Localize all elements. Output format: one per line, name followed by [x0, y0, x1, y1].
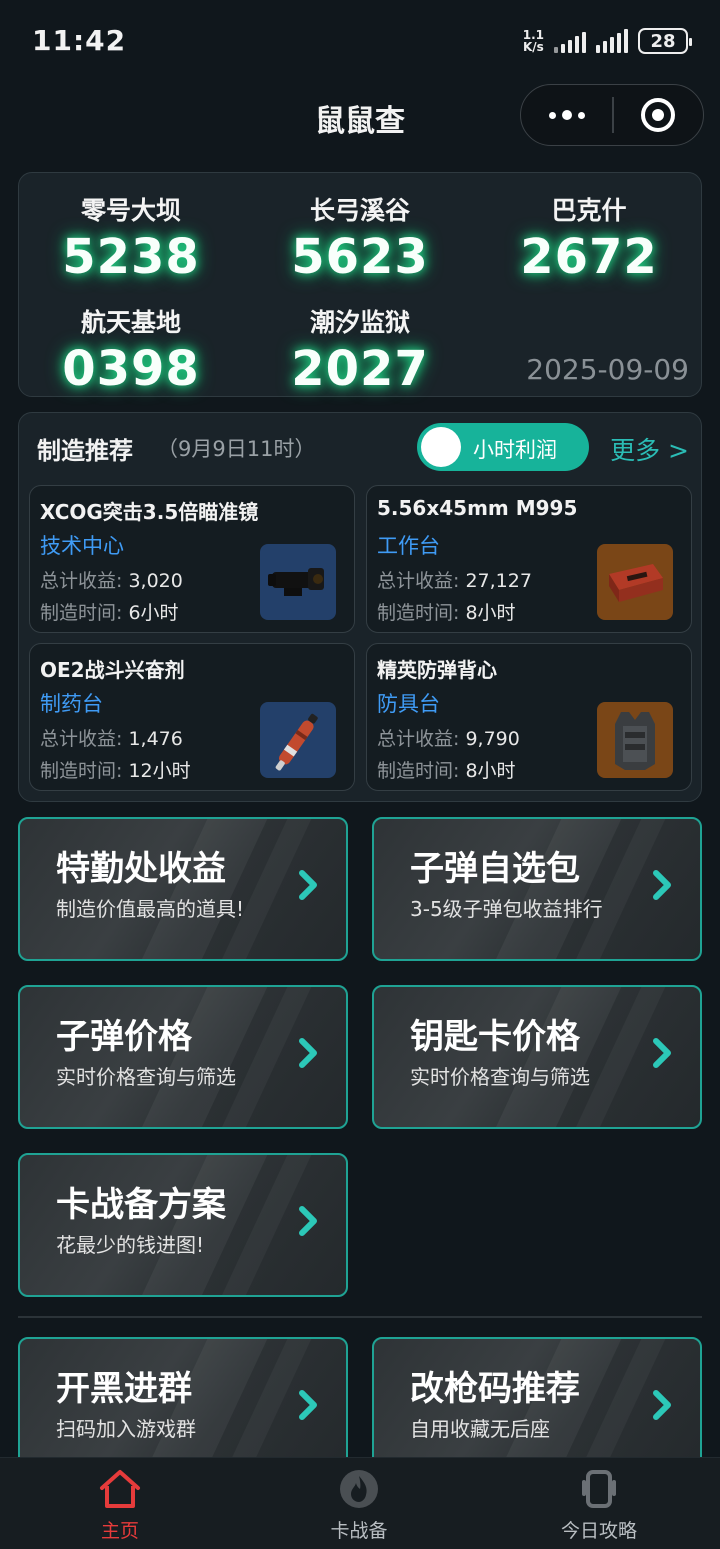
section-divider	[18, 1316, 702, 1318]
code-cell: 航天基地 0398	[31, 303, 231, 397]
feature-button-loadout-plan[interactable]: 卡战备方案 花最少的钱进图!	[18, 1153, 348, 1297]
codes-date: 2025-09-09	[526, 353, 689, 386]
flame-icon	[340, 1470, 378, 1508]
stim-injector-icon	[260, 702, 336, 778]
map-name: 潮汐监狱	[309, 308, 410, 337]
map-codes-panel: 零号大坝 5238 长弓溪谷 5623 巴克什 2672 航天基地 0398 潮…	[18, 172, 702, 397]
home-icon	[100, 1470, 140, 1508]
feature-button-keycard-price[interactable]: 钥匙卡价格 实时价格查询与筛选	[372, 985, 702, 1129]
map-name: 零号大坝	[80, 196, 181, 225]
signal-icon	[596, 29, 628, 53]
item-duration: 制造时间: 8小时	[377, 602, 516, 624]
feature-button-ammo-price[interactable]: 子弹价格 实时价格查询与筛选	[18, 985, 348, 1129]
ammo-box-icon	[597, 544, 673, 620]
item-station: 技术中心	[40, 534, 124, 558]
feature-title: 子弹价格	[56, 1017, 192, 1057]
status-time: 11:42	[32, 24, 127, 57]
bottom-tab-bar: 主页 卡战备 今日攻略	[0, 1457, 720, 1549]
tab-label: 卡战备	[330, 1520, 388, 1542]
feature-title: 钥匙卡价格	[410, 1017, 580, 1057]
target-icon	[641, 98, 676, 132]
item-name: 5.56x45mm M995	[377, 496, 578, 520]
toggle-knob	[421, 427, 461, 467]
scope-icon	[260, 544, 336, 620]
chevron-right-icon	[653, 1038, 671, 1068]
hourly-profit-toggle[interactable]: 小时利润	[417, 423, 589, 471]
signal-icon	[554, 29, 586, 53]
tab-daily-guide[interactable]: 今日攻略	[529, 1468, 669, 1543]
code-cell: 巴克什 2672	[489, 191, 689, 285]
item-income: 总计收益: 3,020	[40, 570, 183, 592]
tab-label: 主页	[100, 1520, 139, 1542]
item-income: 总计收益: 27,127	[377, 570, 532, 592]
craft-recommend-panel: 制造推荐 （9月9日11时） 小时利润 更多 > XCOG突击3.5倍瞄准镜 技…	[18, 412, 702, 802]
code-cell: 长弓溪谷 5623	[260, 191, 460, 285]
armor-vest-icon	[597, 702, 673, 778]
craft-item-card[interactable]: OE2战斗兴奋剂 制药台 总计收益: 1,476 制造时间: 12小时	[29, 643, 355, 791]
feature-subtitle: 制造价值最高的道具!	[56, 897, 245, 921]
craft-item-card[interactable]: XCOG突击3.5倍瞄准镜 技术中心 总计收益: 3,020 制造时间: 6小时	[29, 485, 355, 633]
chevron-right-icon	[653, 1390, 671, 1420]
close-program-button[interactable]	[614, 85, 703, 145]
feature-title: 改枪码推荐	[410, 1369, 580, 1409]
tab-label: 今日攻略	[560, 1520, 637, 1542]
item-duration: 制造时间: 8小时	[377, 760, 516, 782]
feature-button-special-ops-income[interactable]: 特勤处收益 制造价值最高的道具!	[18, 817, 348, 961]
feature-title: 开黑进群	[56, 1369, 192, 1409]
map-code: 2672	[520, 229, 658, 285]
more-options-icon[interactable]	[521, 85, 612, 145]
status-bar: 11:42 1.1 K/s 28	[0, 0, 720, 84]
feature-subtitle: 自用收藏无后座	[410, 1417, 550, 1441]
feature-subtitle: 实时价格查询与筛选	[410, 1065, 590, 1089]
map-name: 长弓溪谷	[309, 196, 410, 225]
feature-subtitle: 3-5级子弹包收益排行	[410, 897, 603, 921]
map-code: 5238	[62, 229, 200, 285]
chevron-right-icon	[299, 1206, 317, 1236]
item-name: XCOG突击3.5倍瞄准镜	[40, 500, 259, 524]
feature-subtitle: 扫码加入游戏群	[56, 1417, 196, 1441]
more-link[interactable]: 更多 >	[610, 431, 689, 467]
chevron-right-icon	[653, 870, 671, 900]
craft-item-card[interactable]: 5.56x45mm M995 工作台 总计收益: 27,127 制造时间: 8小…	[366, 485, 692, 633]
chevron-right-icon	[299, 1038, 317, 1068]
map-name: 巴克什	[551, 196, 627, 225]
feature-subtitle: 实时价格查询与筛选	[56, 1065, 236, 1089]
item-name: 精英防弹背心	[377, 658, 497, 682]
map-code: 5623	[291, 229, 429, 285]
feature-title: 特勤处收益	[56, 849, 226, 889]
item-income: 总计收益: 9,790	[377, 728, 520, 750]
item-income: 总计收益: 1,476	[40, 728, 183, 750]
toggle-label: 小时利润	[473, 438, 557, 462]
map-code: 2027	[291, 341, 429, 397]
tab-home[interactable]: 主页	[50, 1468, 190, 1543]
tab-loadout[interactable]: 卡战备	[289, 1468, 429, 1543]
net-speed: 1.1 K/s	[522, 28, 544, 54]
feature-title: 卡战备方案	[56, 1185, 226, 1225]
battery-icon: 28	[638, 28, 692, 54]
chevron-right-icon	[299, 870, 317, 900]
item-duration: 制造时间: 12小时	[40, 760, 191, 782]
map-code: 0398	[62, 341, 200, 397]
craft-time: （9月9日11时）	[157, 437, 316, 461]
chevron-right-icon	[299, 1390, 317, 1420]
item-station: 制药台	[40, 692, 103, 716]
feature-subtitle: 花最少的钱进图!	[56, 1233, 205, 1257]
item-name: OE2战斗兴奋剂	[40, 658, 185, 682]
code-cell: 潮汐监狱 2027	[260, 303, 460, 397]
map-name: 航天基地	[80, 308, 181, 337]
status-icons: 1.1 K/s 28	[522, 28, 692, 54]
code-cell: 零号大坝 5238	[31, 191, 231, 285]
item-station: 防具台	[377, 692, 440, 716]
item-station: 工作台	[377, 534, 440, 558]
craft-item-card[interactable]: 精英防弹背心 防具台 总计收益: 9,790 制造时间: 8小时	[366, 643, 692, 791]
craft-title: 制造推荐	[37, 437, 133, 465]
title-bar: 鼠鼠查	[0, 84, 720, 148]
feature-button-ammo-pack[interactable]: 子弹自选包 3-5级子弹包收益排行	[372, 817, 702, 961]
item-duration: 制造时间: 6小时	[40, 602, 179, 624]
feature-title: 子弹自选包	[410, 849, 580, 889]
mini-program-capsule	[520, 84, 704, 146]
phone-icon	[582, 1470, 616, 1508]
